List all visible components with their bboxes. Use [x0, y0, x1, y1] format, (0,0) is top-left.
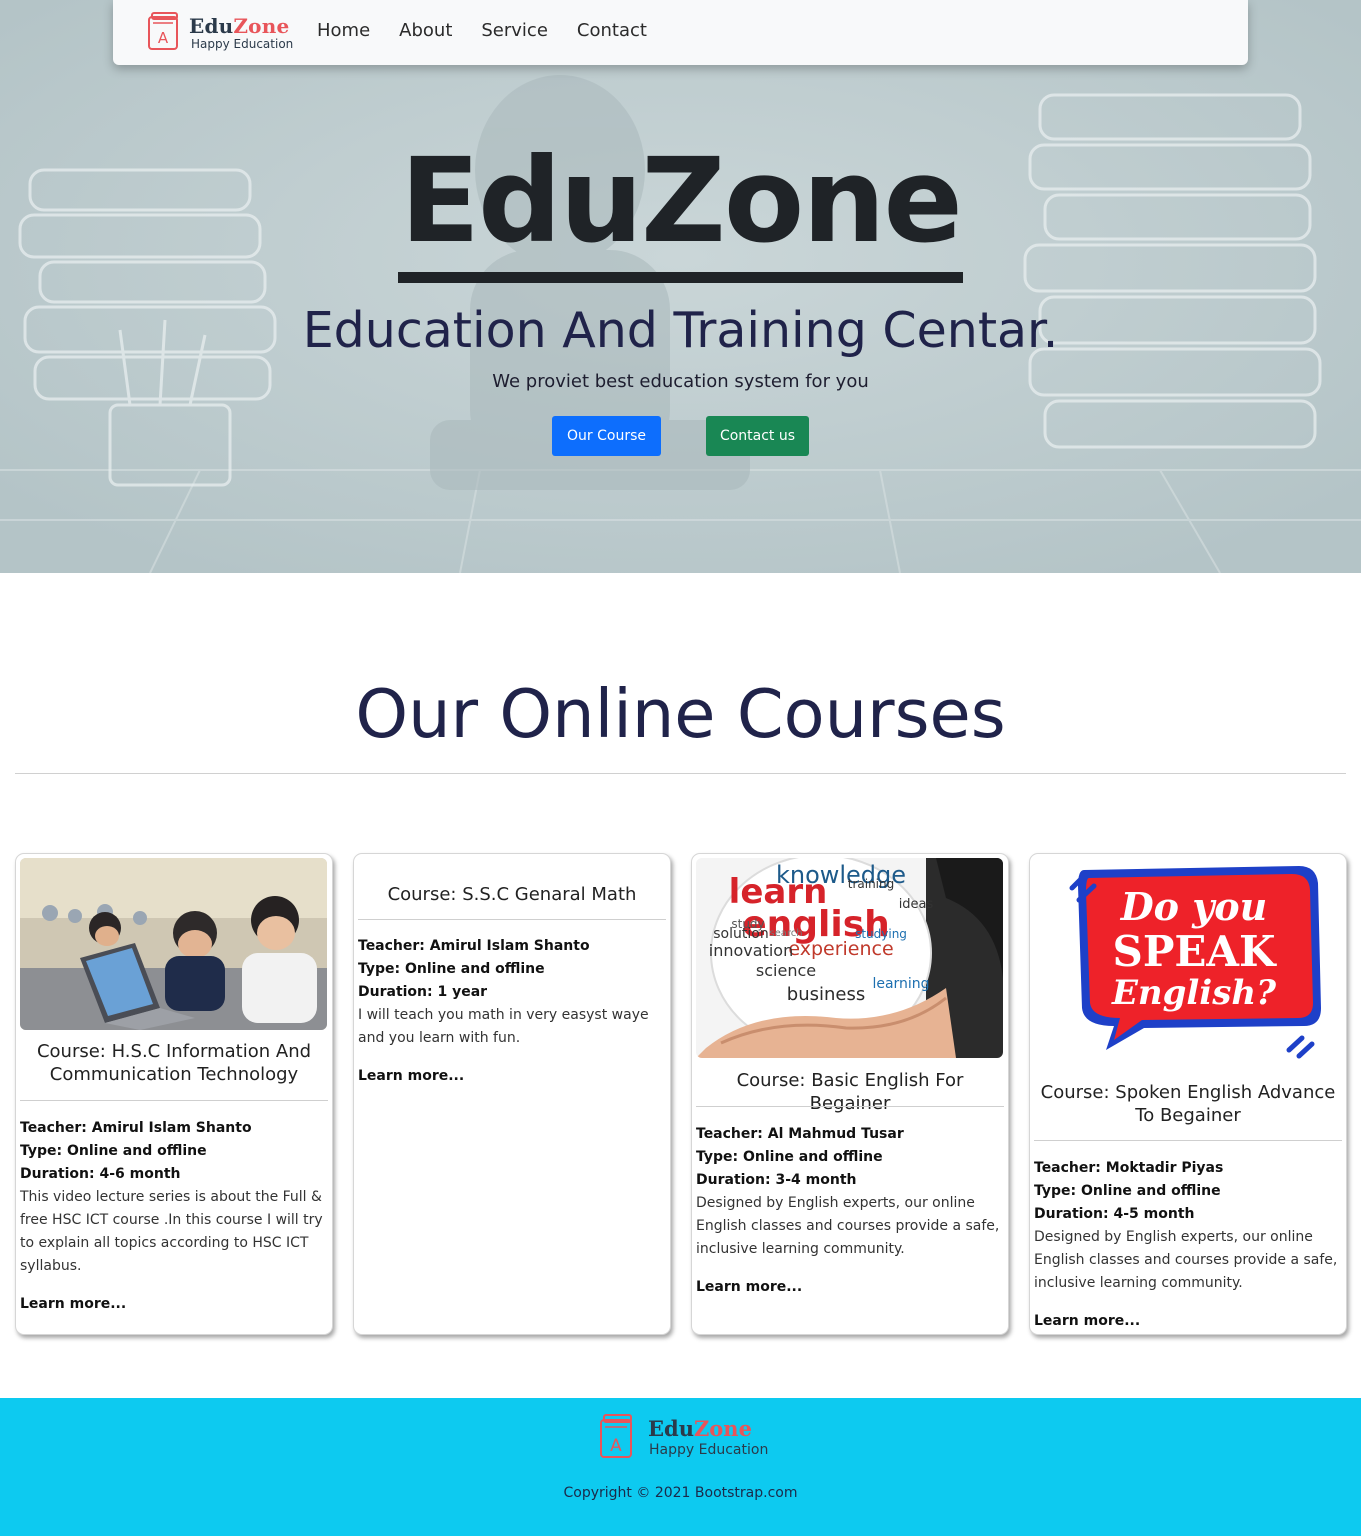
- brand-tagline: Happy Education: [191, 37, 294, 51]
- course-details: Teacher: Amirul Islam Shanto Type: Onlin…: [20, 1117, 328, 1316]
- hero-tagline: We proviet best education system for you: [492, 371, 869, 392]
- course-card-spoken-english: Do you SPEAK English? Course: Spoken Eng…: [1029, 853, 1347, 1335]
- footer-brand-logo[interactable]: A EduZone Happy Education: [598, 1413, 778, 1461]
- course-title: Course: Basic English For Begainer: [736, 1070, 964, 1114]
- course-type: Type: Online and offline: [1034, 1183, 1221, 1199]
- hero-title-text: EduZone: [398, 130, 963, 283]
- contact-us-button[interactable]: Contact us: [706, 416, 809, 456]
- bubble-text-speak: SPEAK: [1112, 927, 1277, 976]
- course-card-ssc-math: Course: S.S.C Genaral Math Teacher: Amir…: [353, 853, 671, 1335]
- sphere-word-ideas: ideas: [899, 897, 934, 912]
- course-image-children-laptops: [20, 858, 327, 1030]
- sphere-word-experience: experience: [788, 938, 893, 960]
- svg-text:A: A: [158, 29, 169, 47]
- course-teacher: Teacher: Al Mahmud Tusar: [696, 1126, 904, 1142]
- brand-name-edu: Edu: [189, 14, 234, 38]
- course-divider: [1034, 1140, 1342, 1141]
- course-image-learn-english-sphere: knowledge learn english training study s…: [696, 858, 1003, 1058]
- course-card-hsc-ict: Course: H.S.C Information And Communicat…: [15, 853, 333, 1335]
- brand-name: EduZone: [189, 14, 289, 38]
- sphere-word-business: business: [787, 984, 865, 1005]
- courses-divider: [15, 773, 1346, 774]
- course-duration: Duration: 4-5 month: [1034, 1206, 1195, 1222]
- course-card-basic-english: knowledge learn english training study s…: [691, 853, 1009, 1335]
- learn-more-link[interactable]: Learn more...: [1034, 1310, 1342, 1333]
- sphere-word-innovation: innovation: [709, 941, 793, 960]
- nav-link-home[interactable]: Home: [317, 20, 370, 41]
- course-divider: [20, 1100, 328, 1101]
- sphere-word-search: search: [769, 928, 802, 939]
- top-navbar: A EduZone Happy Education Home About Ser…: [113, 0, 1248, 65]
- nav-link-service[interactable]: Service: [481, 20, 548, 41]
- nav-links: Home About Service Contact: [317, 20, 676, 41]
- course-duration: Duration: 1 year: [358, 984, 488, 1000]
- bubble-text-english: English?: [1111, 973, 1277, 1013]
- our-course-button[interactable]: Our Course: [552, 416, 661, 456]
- course-duration: Duration: 4-6 month: [20, 1166, 181, 1182]
- courses-heading: Our Online Courses: [355, 675, 1006, 753]
- course-title: Course: S.S.C Genaral Math: [387, 884, 637, 905]
- sphere-word-learning: learning: [872, 976, 929, 992]
- course-details: Teacher: Moktadir Piyas Type: Online and…: [1034, 1157, 1342, 1333]
- course-teacher: Teacher: Moktadir Piyas: [1034, 1160, 1224, 1176]
- hero-section: A EduZone Happy Education Home About Ser…: [0, 0, 1361, 573]
- learn-more-link[interactable]: Learn more...: [358, 1065, 666, 1088]
- sphere-word-studying: studying: [855, 927, 907, 941]
- footer-brand-name-zone: Zone: [693, 1416, 752, 1441]
- course-details: Teacher: Amirul Islam Shanto Type: Onlin…: [358, 935, 666, 1088]
- nav-link-contact[interactable]: Contact: [577, 20, 647, 41]
- hero-title: EduZone: [0, 130, 1361, 283]
- course-teacher: Teacher: Amirul Islam Shanto: [20, 1120, 252, 1136]
- brand-name-zone: Zone: [233, 14, 290, 38]
- course-description: I will teach you math in very easyst way…: [358, 1007, 649, 1046]
- course-type: Type: Online and offline: [696, 1149, 883, 1165]
- learn-more-link[interactable]: Learn more...: [20, 1293, 328, 1316]
- learn-more-link[interactable]: Learn more...: [696, 1276, 1004, 1299]
- course-description: This video lecture series is about the F…: [20, 1189, 323, 1274]
- course-image-speak-english-bubble: Do you SPEAK English?: [1034, 858, 1341, 1068]
- nav-link-about[interactable]: About: [399, 20, 452, 41]
- course-duration: Duration: 3-4 month: [696, 1172, 857, 1188]
- course-divider: [696, 1106, 1004, 1107]
- footer-brand-name-edu: Edu: [648, 1416, 694, 1441]
- course-description: Designed by English experts, our online …: [1034, 1229, 1338, 1291]
- navbar-brand-logo[interactable]: A EduZone Happy Education: [146, 11, 296, 55]
- course-title: Course: H.S.C Information And Communicat…: [36, 1041, 312, 1085]
- sphere-word-training: training: [848, 877, 895, 891]
- course-type: Type: Online and offline: [20, 1143, 207, 1159]
- copyright-text: Copyright © 2021 Bootstrap.com: [563, 1485, 798, 1501]
- book-logo-icon: A: [600, 1414, 632, 1458]
- course-details: Teacher: Al Mahmud Tusar Type: Online an…: [696, 1123, 1004, 1299]
- svg-text:A: A: [610, 1436, 622, 1456]
- course-title: Course: Spoken English Advance To Begain…: [1040, 1082, 1336, 1126]
- sphere-word-solution: solution: [713, 926, 768, 942]
- hero-subtitle: Education And Training Centar.: [302, 302, 1059, 359]
- course-teacher: Teacher: Amirul Islam Shanto: [358, 938, 590, 954]
- footer-brand-tagline: Happy Education: [649, 1442, 769, 1458]
- course-description: Designed by English experts, our online …: [696, 1195, 1000, 1257]
- sphere-word-science: science: [756, 961, 816, 980]
- bubble-text-do-you: Do you: [1120, 884, 1268, 929]
- book-logo-icon: A: [148, 12, 178, 50]
- footer: A EduZone Happy Education Copyright © 20…: [0, 1398, 1361, 1536]
- footer-brand-name: EduZone: [648, 1416, 752, 1441]
- course-type: Type: Online and offline: [358, 961, 545, 977]
- chalkboard-background-image: [0, 0, 1361, 573]
- course-divider: [358, 919, 666, 920]
